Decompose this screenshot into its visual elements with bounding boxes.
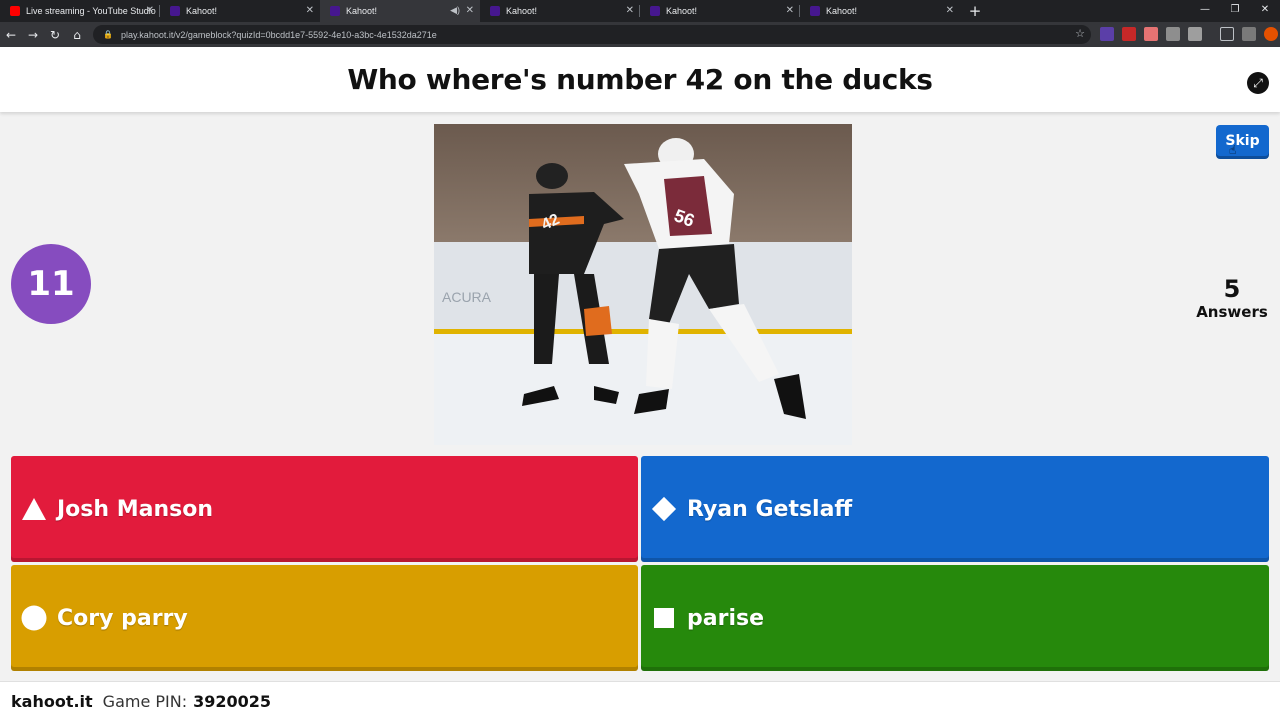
browser-toolbar: ← → ↻ ⌂ 🔒 play.kahoot.it/v2/gameblock?qu… bbox=[0, 22, 1280, 47]
answers-count-label: Answers bbox=[1196, 303, 1268, 321]
restore-icon[interactable]: ❐ bbox=[1220, 0, 1250, 22]
browser-tab-strip: Live streaming - YouTube Studio ✕ Kahoot… bbox=[0, 0, 1280, 22]
tab-kahoot-active[interactable]: Kahoot! ◀) ✕ bbox=[320, 0, 480, 22]
kahoot-icon bbox=[170, 6, 180, 16]
audio-icon[interactable]: ◀) bbox=[450, 5, 460, 16]
footer-bar: kahoot.it Game PIN: 3920025 bbox=[0, 681, 1280, 720]
answer-text: Cory parry bbox=[57, 605, 188, 631]
avatar[interactable] bbox=[1264, 27, 1278, 41]
extension-icon[interactable] bbox=[1242, 27, 1256, 41]
answer-option-green[interactable]: parise bbox=[641, 565, 1269, 671]
close-icon[interactable]: ✕ bbox=[146, 5, 154, 16]
kahoot-icon bbox=[330, 6, 340, 16]
bookmark-star-icon[interactable]: ☆ bbox=[1075, 27, 1085, 40]
kahoot-icon bbox=[650, 6, 660, 16]
extension-icon[interactable] bbox=[1144, 27, 1158, 41]
triangle-icon bbox=[21, 496, 47, 522]
extension-icon[interactable] bbox=[1122, 27, 1136, 41]
answers-count-number: 5 bbox=[1223, 275, 1241, 303]
close-icon[interactable]: ✕ bbox=[946, 5, 954, 16]
answer-text: Ryan Getslaff bbox=[687, 496, 853, 522]
minimize-icon[interactable]: — bbox=[1190, 0, 1220, 22]
back-icon[interactable]: ← bbox=[0, 28, 22, 42]
hand-cursor-icon: ☝ bbox=[1229, 143, 1237, 157]
kahoot-icon bbox=[490, 6, 500, 16]
circle-icon bbox=[21, 605, 47, 631]
forward-icon[interactable]: → bbox=[22, 28, 44, 42]
answer-text: parise bbox=[687, 605, 764, 631]
question-image: ACURA 42 56 bbox=[434, 124, 852, 445]
new-tab-button[interactable]: + bbox=[964, 0, 986, 22]
square-icon bbox=[651, 605, 677, 631]
tab-kahoot-5[interactable]: Kahoot! ✕ bbox=[800, 0, 960, 22]
close-icon[interactable]: ✕ bbox=[786, 5, 794, 16]
tab-kahoot-1[interactable]: Kahoot! ✕ bbox=[160, 0, 320, 22]
answer-option-blue[interactable]: Ryan Getslaff bbox=[641, 456, 1269, 562]
youtube-icon bbox=[10, 6, 20, 16]
fullscreen-icon[interactable]: ⤢ bbox=[1247, 72, 1269, 94]
close-window-icon[interactable]: ✕ bbox=[1250, 0, 1280, 22]
countdown-timer: 11 bbox=[11, 244, 91, 324]
tab-title: Kahoot! bbox=[186, 6, 218, 16]
answer-option-yellow[interactable]: Cory parry bbox=[11, 565, 638, 671]
tab-title: Kahoot! bbox=[346, 6, 378, 16]
tab-title: Live streaming - YouTube Studio bbox=[26, 6, 156, 16]
kahoot-icon bbox=[810, 6, 820, 16]
diamond-icon bbox=[651, 496, 677, 522]
extensions-area: ⋮ bbox=[1100, 27, 1280, 41]
tab-title: Kahoot! bbox=[506, 6, 538, 16]
close-icon[interactable]: ✕ bbox=[466, 5, 474, 16]
game-pin-value: 3920025 bbox=[193, 691, 272, 711]
tab-title: Kahoot! bbox=[826, 6, 858, 16]
tab-youtube-studio[interactable]: Live streaming - YouTube Studio ✕ bbox=[0, 0, 160, 22]
tab-kahoot-3[interactable]: Kahoot! ✕ bbox=[480, 0, 640, 22]
address-bar[interactable]: 🔒 play.kahoot.it/v2/gameblock?quizId=0bc… bbox=[93, 25, 1091, 44]
answers-counter: 5 Answers bbox=[1190, 275, 1274, 321]
close-icon[interactable]: ✕ bbox=[626, 5, 634, 16]
skip-button[interactable]: Skip bbox=[1216, 125, 1269, 156]
tab-title: Kahoot! bbox=[666, 6, 698, 16]
extension-icon[interactable] bbox=[1166, 27, 1180, 41]
answer-text: Josh Manson bbox=[57, 496, 213, 522]
brand-link[interactable]: kahoot.it bbox=[11, 692, 93, 711]
url-text: play.kahoot.it/v2/gameblock?quizId=0bcdd… bbox=[120, 29, 437, 40]
media-icon[interactable] bbox=[1220, 27, 1234, 41]
question-header: Who where's number 42 on the ducks ⤢ bbox=[0, 47, 1280, 112]
window-controls: — ❐ ✕ bbox=[1190, 0, 1280, 22]
answer-option-red[interactable]: Josh Manson bbox=[11, 456, 638, 562]
extension-icon[interactable] bbox=[1188, 27, 1202, 41]
close-icon[interactable]: ✕ bbox=[306, 5, 314, 16]
svg-text:ACURA: ACURA bbox=[442, 289, 492, 305]
home-icon[interactable]: ⌂ bbox=[66, 28, 88, 42]
lock-icon: 🔒 bbox=[103, 30, 113, 39]
extension-icon[interactable] bbox=[1100, 27, 1114, 41]
reload-icon[interactable]: ↻ bbox=[44, 28, 66, 42]
game-pin-label: Game PIN: bbox=[102, 691, 188, 711]
tab-kahoot-4[interactable]: Kahoot! ✕ bbox=[640, 0, 800, 22]
question-title: Who where's number 42 on the ducks bbox=[347, 63, 933, 96]
